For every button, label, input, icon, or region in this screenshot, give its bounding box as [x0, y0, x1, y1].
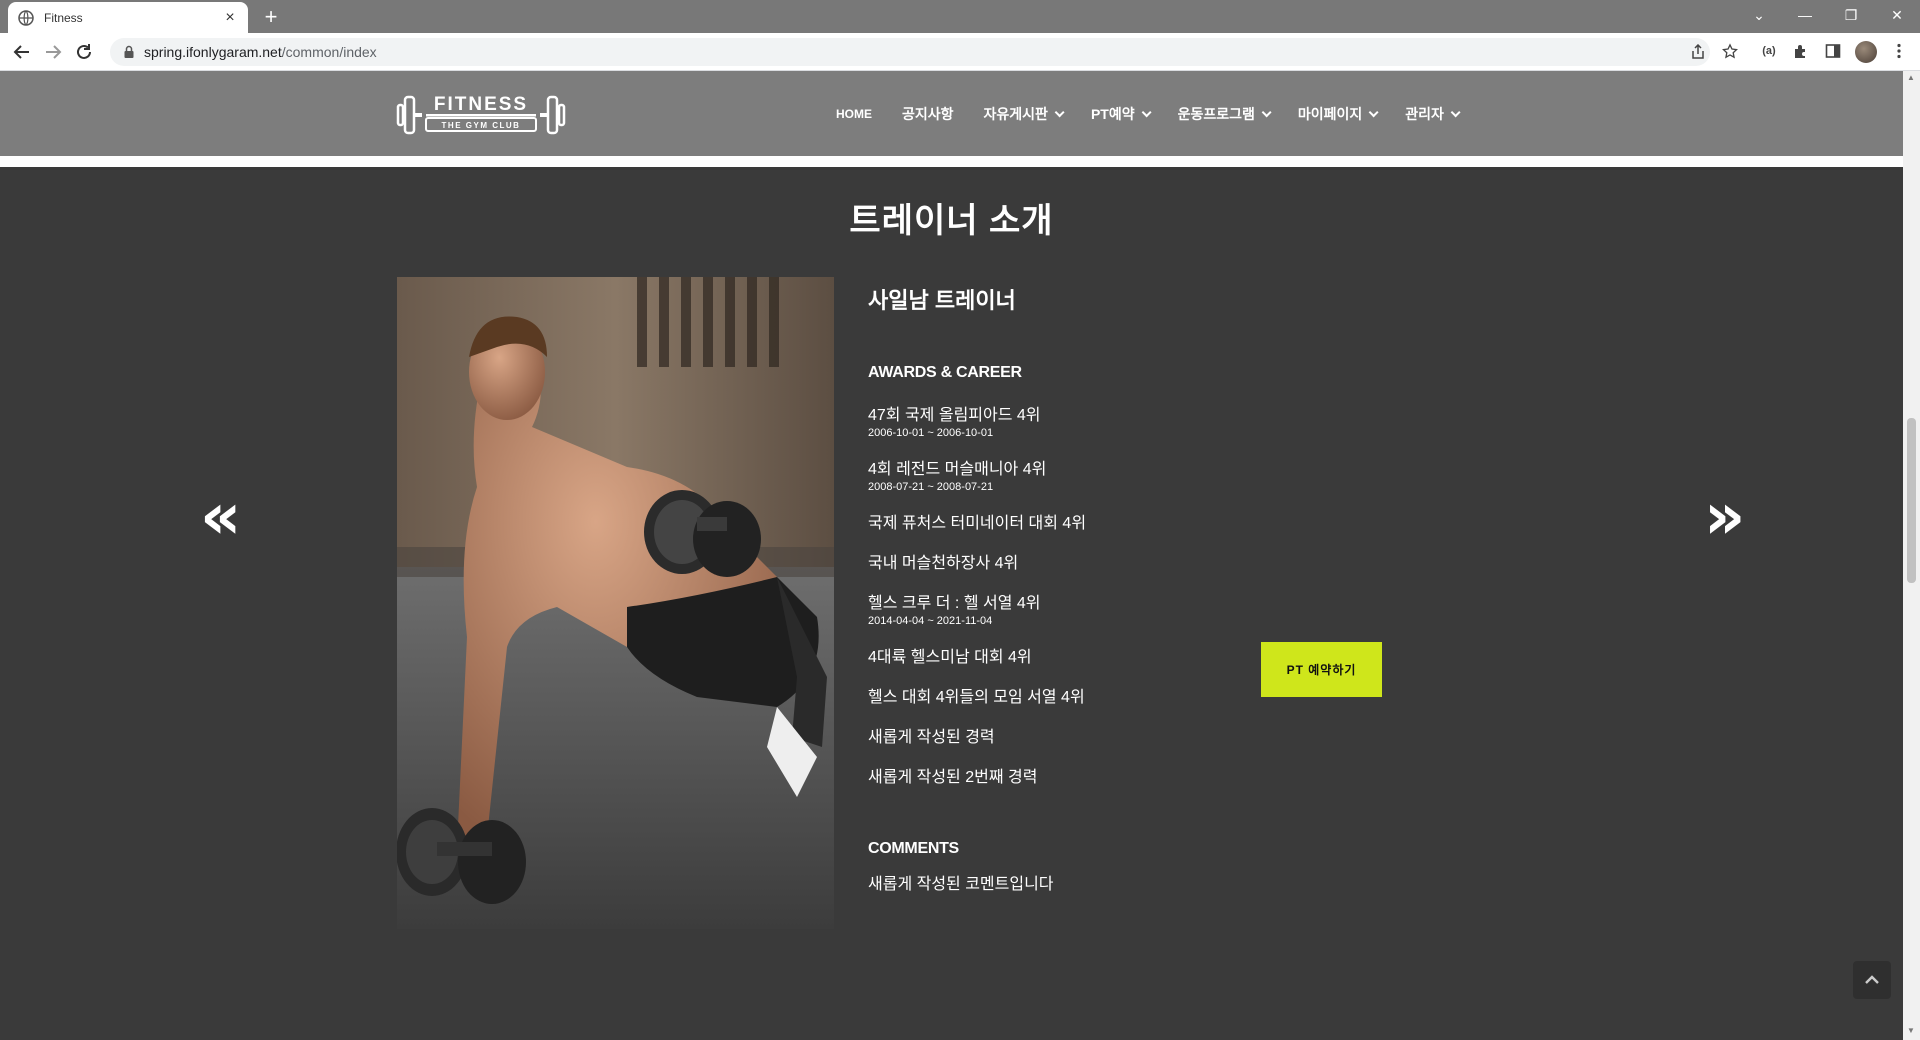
comment-text: 새롭게 작성된 코멘트입니다 — [868, 876, 1054, 893]
career-item: 새롭게 작성된 경력 — [868, 728, 1268, 748]
page-viewport: FITNESS THE GYM CLUB HOME 공지사항 자유게시판 PT예… — [0, 71, 1903, 1040]
career-item: 4회 레전드 머슬매니아 4위 2008-07-21 ~ 2008-07-21 — [868, 460, 1268, 494]
extensions-icon[interactable] — [1792, 42, 1810, 60]
site-header: FITNESS THE GYM CLUB HOME 공지사항 자유게시판 PT예… — [0, 71, 1903, 156]
new-tab-button[interactable]: + — [258, 4, 284, 30]
menu-item-label: 관리자 — [1405, 106, 1444, 122]
awards-heading: AWARDS & CAREER — [868, 364, 1022, 381]
career-item: 47회 국제 올림피아드 4위 2006-10-01 ~ 2006-10-01 — [868, 406, 1268, 440]
career-title: 헬스 크루 더 : 헬 서열 4위 — [868, 595, 1041, 612]
chevron-down-icon — [1450, 106, 1461, 117]
profile-avatar[interactable] — [1855, 41, 1877, 63]
career-date: 2008-07-21 ~ 2008-07-21 — [868, 481, 994, 493]
back-icon[interactable] — [10, 40, 34, 64]
globe-icon — [18, 9, 34, 26]
more-menu-icon[interactable] — [1890, 42, 1908, 60]
menu-item-label: 마이페이지 — [1297, 106, 1363, 122]
career-title: 47회 국제 올림피아드 4위 — [868, 407, 1041, 424]
career-title: 국제 퓨처스 터미네이터 대회 4위 — [868, 515, 1087, 532]
page-scrollbar[interactable]: ▲ ▼ — [1903, 71, 1920, 1040]
side-panel-icon[interactable] — [1824, 42, 1842, 60]
career-title: 헬스 대회 4위들의 모임 서열 4위 — [868, 689, 1085, 706]
close-window-icon[interactable]: ✕ — [1874, 0, 1920, 30]
tab-title: Fitness — [44, 10, 83, 25]
chevron-down-icon — [1141, 106, 1152, 117]
comments-heading: COMMENTS — [868, 840, 959, 857]
career-date: 2006-10-01 ~ 2006-10-01 — [868, 427, 994, 439]
menu-item-admin[interactable]: 관리자 — [1405, 104, 1461, 124]
career-item: 새롭게 작성된 2번째 경력 — [868, 768, 1268, 788]
scrollbar-thumb[interactable] — [1907, 418, 1916, 583]
reload-icon[interactable] — [72, 40, 96, 64]
header-gap — [0, 156, 1903, 167]
minimize-icon[interactable]: — — [1782, 0, 1828, 30]
menu-item-label: 자유게시판 — [983, 106, 1048, 122]
share-icon[interactable] — [1690, 44, 1706, 60]
scroll-down-arrow-icon[interactable]: ▼ — [1907, 1026, 1915, 1035]
menu-item-label: PT예약 — [1090, 106, 1135, 122]
chevron-down-icon — [1368, 106, 1379, 117]
section-title: 트레이너 소개 — [849, 202, 1054, 240]
main-menu: HOME 공지사항 자유게시판 PT예약 운동프로그램 마이페이지 관리자 — [836, 104, 1487, 124]
career-title: 4회 레전드 머슬매니아 4위 — [868, 461, 1047, 478]
career-item: 4대륙 헬스미남 대회 4위 — [868, 648, 1268, 668]
bookmark-star-icon[interactable] — [1722, 43, 1738, 59]
career-title: 새롭게 작성된 경력 — [868, 729, 995, 746]
career-title: 새롭게 작성된 2번째 경력 — [868, 769, 1038, 786]
carousel-next-button[interactable]: » — [1704, 485, 1745, 549]
url-host: spring.ifonlygaram.net — [144, 44, 282, 60]
forward-icon[interactable] — [41, 40, 65, 64]
tab-close-icon[interactable]: × — [222, 9, 238, 27]
chevron-down-icon — [1261, 106, 1272, 117]
menu-item-pt-reservation[interactable]: PT예약 — [1090, 104, 1152, 124]
lock-icon[interactable] — [122, 45, 136, 59]
back-to-top-button[interactable] — [1853, 961, 1891, 999]
menu-item-mypage[interactable]: 마이페이지 — [1297, 104, 1379, 124]
scroll-up-arrow-icon[interactable]: ▲ — [1907, 73, 1915, 82]
menu-item-label: 공지사항 — [902, 106, 954, 122]
career-list: 47회 국제 올림피아드 4위 2006-10-01 ~ 2006-10-01 … — [868, 406, 1268, 788]
career-item: 헬스 크루 더 : 헬 서열 4위 2014-04-04 ~ 2021-11-0… — [868, 594, 1268, 628]
menu-item-notice[interactable]: 공지사항 — [902, 104, 954, 124]
chevron-down-icon — [1054, 106, 1065, 117]
career-date: 2014-04-04 ~ 2021-11-04 — [868, 615, 993, 627]
career-item: 국내 머슬천하장사 4위 — [868, 554, 1268, 574]
career-title: 국내 머슬천하장사 4위 — [868, 555, 1019, 572]
trainer-photo — [397, 277, 834, 929]
browser-tab[interactable]: Fitness × — [8, 2, 248, 33]
menu-item-label: HOME — [836, 107, 872, 121]
reader-icon[interactable]: (a) — [1760, 42, 1778, 60]
site-logo[interactable]: FITNESS THE GYM CLUB — [396, 91, 566, 139]
address-bar[interactable]: spring.ifonlygaram.net /common/index — [110, 38, 1738, 66]
career-title: 4대륙 헬스미남 대회 4위 — [868, 649, 1032, 666]
trainer-section: 트레이너 소개 « » 사일남 트레이너 AWARDS & CAREER 47회… — [0, 167, 1903, 1040]
restore-icon[interactable]: ❐ — [1828, 0, 1874, 30]
chevron-up-icon — [1865, 975, 1879, 984]
logo-text: FITNESS — [434, 94, 528, 115]
menu-item-exercise-program[interactable]: 운동프로그램 — [1177, 104, 1272, 124]
career-item: 헬스 대회 4위들의 모임 서열 4위 — [868, 688, 1268, 708]
tab-search-icon[interactable]: ⌄ — [1736, 0, 1782, 30]
trainer-name: 사일남 트레이너 — [868, 288, 1016, 313]
url-path: /common/index — [281, 44, 377, 60]
menu-item-label: 운동프로그램 — [1177, 106, 1255, 122]
career-item: 국제 퓨처스 터미네이터 대회 4위 — [868, 514, 1268, 534]
browser-toolbar: spring.ifonlygaram.net /common/index (a) — [0, 33, 1920, 71]
logo-subtext: THE GYM CLUB — [442, 121, 521, 130]
browser-tabstrip: Fitness × + ⌄ — ❐ ✕ — [0, 0, 1920, 33]
trainer-info: 사일남 트레이너 AWARDS & CAREER 47회 국제 올림피아드 4위… — [868, 277, 1268, 894]
carousel-prev-button[interactable]: « — [200, 485, 241, 549]
menu-item-home[interactable]: HOME — [836, 104, 872, 124]
pt-reserve-button[interactable]: PT 예약하기 — [1261, 642, 1382, 697]
menu-item-free-board[interactable]: 자유게시판 — [983, 104, 1065, 124]
